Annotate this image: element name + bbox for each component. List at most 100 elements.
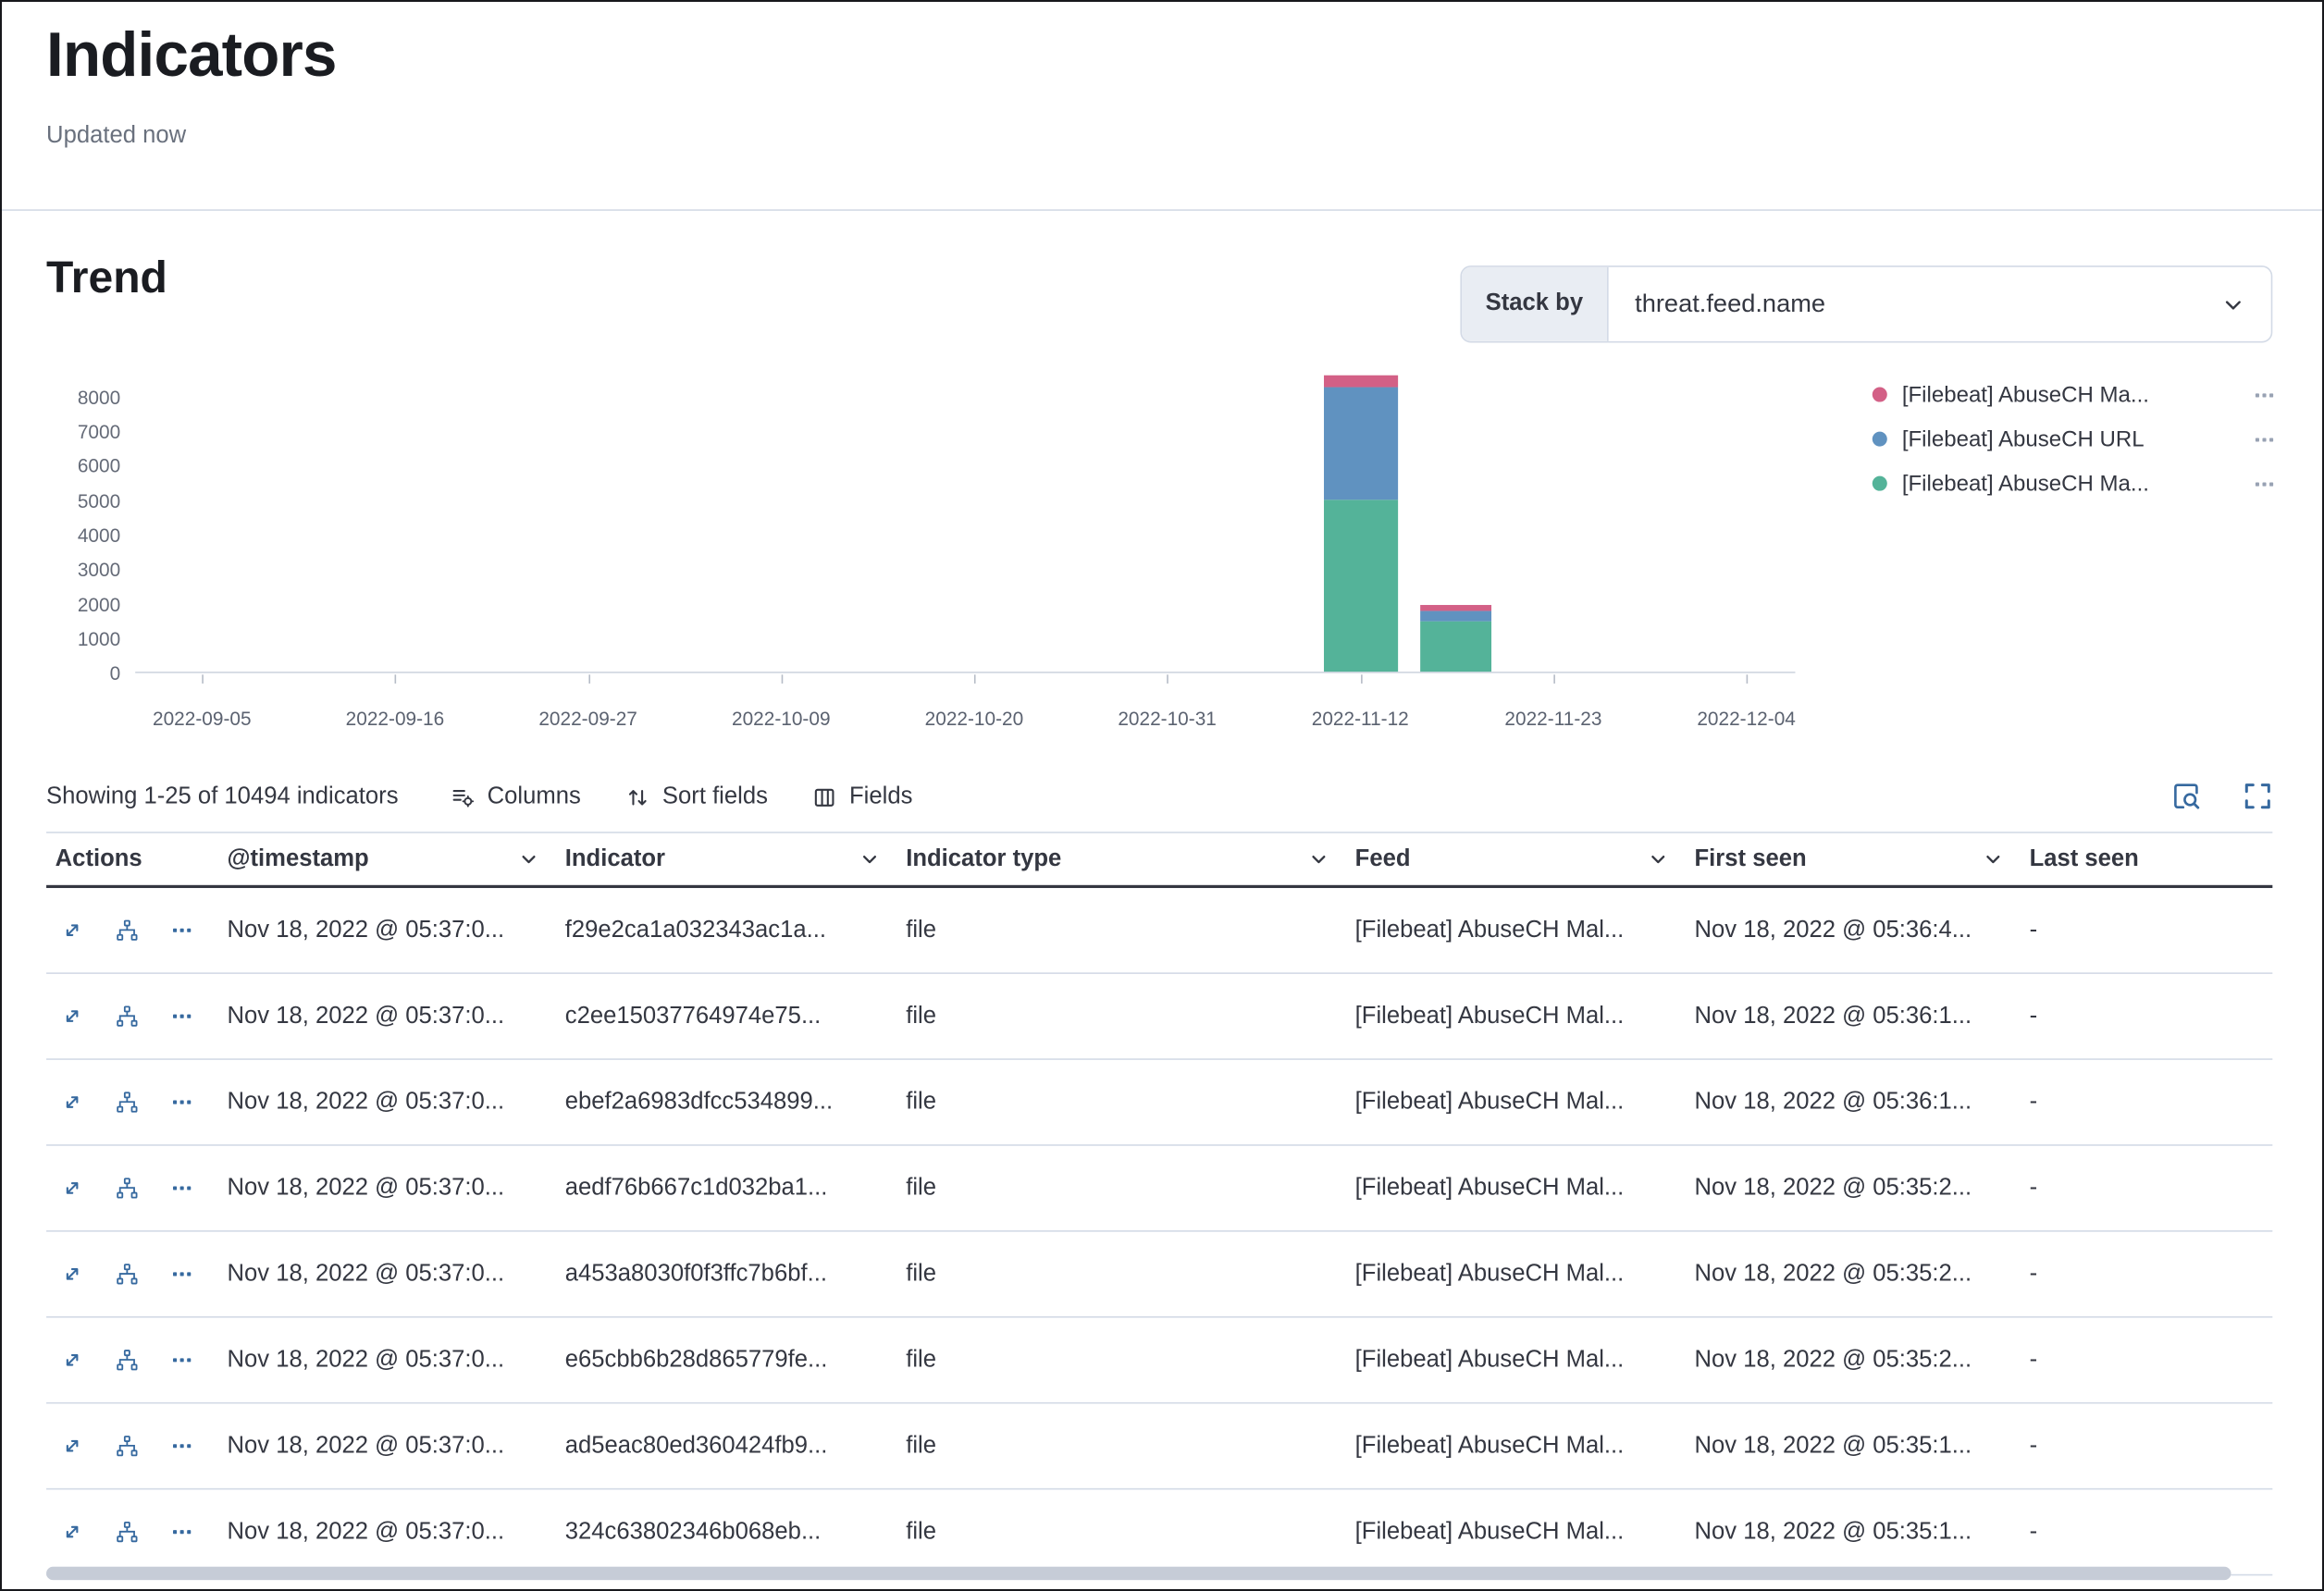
x-axis-label: 2022-09-16 <box>346 708 445 730</box>
chart-x-axis: 2022-09-052022-09-162022-09-272022-10-09… <box>135 674 1795 736</box>
row-actions <box>46 1177 218 1199</box>
column-header-indicator[interactable]: Indicator <box>556 833 896 885</box>
more-actions-icon[interactable] <box>171 1263 193 1285</box>
scrollbar-thumb[interactable] <box>46 1567 2231 1580</box>
inspect-button[interactable] <box>2171 781 2201 815</box>
chevron-down-icon[interactable] <box>860 849 880 869</box>
more-actions-icon[interactable] <box>171 1435 193 1457</box>
cell-indicator: ad5eac80ed360424fb9... <box>556 1433 896 1460</box>
sort-fields-button[interactable]: Sort fields <box>603 784 790 811</box>
investigate-icon[interactable] <box>116 1005 138 1028</box>
chevron-down-icon <box>2222 293 2244 315</box>
column-header-label: Indicator type <box>906 845 1061 872</box>
fullscreen-button[interactable] <box>2243 781 2272 815</box>
cell-first-seen: Nov 18, 2022 @ 05:36:4... <box>1686 917 2021 944</box>
cell-indicator-type: file <box>897 1003 1346 1030</box>
more-actions-icon[interactable] <box>171 919 193 942</box>
columns-button[interactable]: Columns <box>428 784 603 811</box>
cell-indicator: c2ee15037764974e75... <box>556 1003 896 1030</box>
table-row: Nov 18, 2022 @ 05:37:0...e65cbb6b28d8657… <box>46 1318 2272 1404</box>
bar-segment[interactable] <box>1323 376 1397 388</box>
row-actions <box>46 1005 218 1028</box>
cell-feed: [Filebeat] AbuseCH Mal... <box>1346 1003 1686 1030</box>
more-actions-icon[interactable] <box>2253 428 2275 450</box>
expand-icon[interactable] <box>61 1435 83 1457</box>
bar-segment[interactable] <box>1420 622 1491 672</box>
expand-icon[interactable] <box>61 1263 83 1285</box>
cell-last-seen: - <box>2021 1261 2272 1288</box>
chart-y-axis: 010002000300040005000600070008000 <box>29 376 120 672</box>
cell-indicator: 324c63802346b068eb... <box>556 1519 896 1546</box>
cell-feed: [Filebeat] AbuseCH Mal... <box>1346 1519 1686 1546</box>
investigate-icon[interactable] <box>116 1521 138 1543</box>
legend-item[interactable]: [Filebeat] AbuseCH Ma... <box>1873 373 2276 417</box>
legend-dot-icon <box>1873 388 1887 402</box>
expand-icon[interactable] <box>61 1005 83 1028</box>
table-row: Nov 18, 2022 @ 05:37:0...aedf76b667c1d03… <box>46 1146 2272 1232</box>
investigate-icon[interactable] <box>116 1435 138 1457</box>
y-axis-label: 3000 <box>78 559 120 581</box>
legend-label: [Filebeat] AbuseCH Ma... <box>1902 382 2239 407</box>
columns-icon <box>451 785 475 809</box>
cell-first-seen: Nov 18, 2022 @ 05:35:2... <box>1686 1347 2021 1374</box>
more-actions-icon[interactable] <box>171 1349 193 1371</box>
expand-icon[interactable] <box>61 1521 83 1543</box>
table-row: Nov 18, 2022 @ 05:37:0...a453a8030f0f3ff… <box>46 1232 2272 1318</box>
bar-segment[interactable] <box>1420 611 1491 622</box>
investigate-icon[interactable] <box>116 1177 138 1199</box>
column-header-first-seen[interactable]: First seen <box>1686 833 2021 885</box>
row-actions <box>46 919 218 942</box>
y-axis-label: 1000 <box>78 627 120 649</box>
cell-indicator: aedf76b667c1d032ba1... <box>556 1175 896 1202</box>
column-header-timestamp[interactable]: @timestamp <box>218 833 556 885</box>
more-actions-icon[interactable] <box>171 1521 193 1543</box>
trend-title: Trend <box>46 253 167 303</box>
legend-dot-icon <box>1873 476 1887 491</box>
cell-timestamp: Nov 18, 2022 @ 05:37:0... <box>218 1089 556 1116</box>
horizontal-scrollbar[interactable] <box>46 1567 2231 1580</box>
table-row: Nov 18, 2022 @ 05:37:0...324c63802346b06… <box>46 1489 2272 1575</box>
legend-item[interactable]: [Filebeat] AbuseCH URL <box>1873 417 2276 462</box>
chevron-down-icon[interactable] <box>1649 849 1668 869</box>
chevron-down-icon[interactable] <box>1984 849 2003 869</box>
cell-first-seen: Nov 18, 2022 @ 05:35:2... <box>1686 1261 2021 1288</box>
column-header-last-seen: Last seen <box>2021 833 2272 885</box>
expand-icon[interactable] <box>61 1177 83 1199</box>
x-axis-tick <box>202 674 204 684</box>
x-axis-label: 2022-12-04 <box>1697 708 1796 730</box>
column-header-label: Feed <box>1355 845 1411 872</box>
expand-icon[interactable] <box>61 1091 83 1113</box>
stack-by-label: Stack by <box>1462 267 1608 341</box>
x-axis-label: 2022-09-27 <box>538 708 637 730</box>
more-actions-icon[interactable] <box>171 1177 193 1199</box>
more-actions-icon[interactable] <box>171 1091 193 1113</box>
bar-segment[interactable] <box>1323 388 1397 500</box>
cell-feed: [Filebeat] AbuseCH Mal... <box>1346 1261 1686 1288</box>
column-header-indicator-type[interactable]: Indicator type <box>897 833 1346 885</box>
more-actions-icon[interactable] <box>2253 473 2275 495</box>
x-axis-tick <box>1747 674 1749 684</box>
investigate-icon[interactable] <box>116 1349 138 1371</box>
legend-item[interactable]: [Filebeat] AbuseCH Ma... <box>1873 462 2276 506</box>
column-header-feed[interactable]: Feed <box>1346 833 1686 885</box>
chevron-down-icon[interactable] <box>519 849 538 869</box>
cell-feed: [Filebeat] AbuseCH Mal... <box>1346 1433 1686 1460</box>
trend-chart <box>135 376 1795 672</box>
investigate-icon[interactable] <box>116 1263 138 1285</box>
bar-segment[interactable] <box>1323 500 1397 672</box>
chevron-down-icon[interactable] <box>1309 849 1329 869</box>
stack-by-select[interactable]: threat.feed.name <box>1608 267 2270 341</box>
cell-indicator-type: file <box>897 1175 1346 1202</box>
investigate-icon[interactable] <box>116 919 138 942</box>
columns-button-label: Columns <box>488 784 581 811</box>
fields-button[interactable]: Fields <box>790 784 934 811</box>
y-axis-label: 8000 <box>78 387 120 409</box>
expand-icon[interactable] <box>61 1349 83 1371</box>
investigate-icon[interactable] <box>116 1091 138 1113</box>
bar-segment[interactable] <box>1420 605 1491 611</box>
more-actions-icon[interactable] <box>171 1005 193 1028</box>
more-actions-icon[interactable] <box>2253 384 2275 406</box>
expand-icon[interactable] <box>61 919 83 942</box>
cell-timestamp: Nov 18, 2022 @ 05:37:0... <box>218 1261 556 1288</box>
cell-timestamp: Nov 18, 2022 @ 05:37:0... <box>218 1519 556 1546</box>
